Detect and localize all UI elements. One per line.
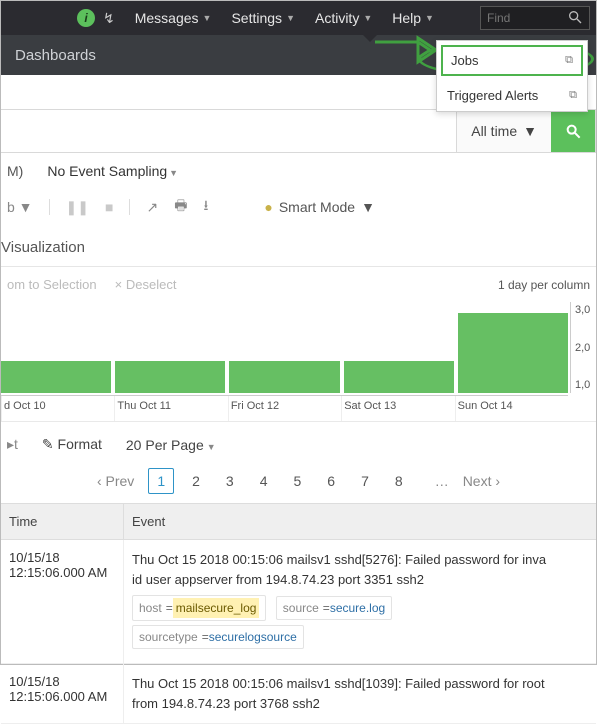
search-row: All time▼ — [1, 109, 596, 153]
menu-help[interactable]: Help▼ — [382, 10, 444, 26]
sampling-row: M) No Event Sampling▼ — [1, 153, 596, 189]
pager-page[interactable]: 2 — [184, 469, 208, 493]
pager-page[interactable]: 7 — [353, 469, 377, 493]
time-range-picker[interactable]: All time▼ — [456, 110, 551, 152]
job-controls-row: b ▼ ❚❚ ■ ↗ 🖶 ⭳ ● Smart Mode ▼ — [1, 189, 596, 233]
dropdown-item-jobs[interactable]: Jobs ⧉ — [441, 45, 583, 76]
chart-bar[interactable] — [1, 361, 111, 393]
table-row[interactable]: 10/15/18 12:15:06.000 AM Thu Oct 15 2018… — [1, 664, 596, 724]
event-tags: host= mailsecure_log source= secure.log … — [132, 595, 588, 653]
x-tick: d Oct 10 — [1, 396, 114, 421]
pager-next[interactable]: Next › — [463, 473, 500, 489]
share-icon[interactable]: ↗ — [146, 199, 158, 216]
search-query-area[interactable] — [1, 110, 456, 152]
actions-icon[interactable]: ↯ — [103, 10, 115, 27]
cell-event: Thu Oct 15 2018 00:15:06 mailsv1 sshd[10… — [123, 664, 596, 723]
menu-settings[interactable]: Settings▼ — [221, 10, 305, 26]
y-tick: 1,0 — [575, 379, 590, 391]
x-tick: Sat Oct 13 — [341, 396, 454, 421]
pager-page[interactable]: 1 — [148, 468, 174, 494]
search-icon[interactable] — [567, 9, 583, 28]
caret-down-icon: ▼ — [15, 199, 33, 215]
tag-source[interactable]: source= secure.log — [276, 596, 392, 620]
print-icon[interactable]: 🖶 — [174, 195, 187, 219]
pager-page[interactable]: 6 — [319, 469, 343, 493]
external-link-icon: ⧉ — [569, 89, 577, 102]
activity-dropdown: Jobs ⧉ Triggered Alerts ⧉ — [436, 40, 588, 112]
timeline-chart[interactable]: d Oct 10Thu Oct 11Fri Oct 12Sat Oct 13Su… — [1, 302, 596, 422]
timeline-controls: om to Selection × Deselect 1 day per col… — [1, 267, 596, 302]
tab-visualization[interactable]: Visualization — [1, 233, 596, 267]
x-tick: Sun Oct 14 — [455, 396, 568, 421]
list-controls: ▸t ✎ Format 20 Per Page▼ — [1, 422, 596, 467]
job-menu-button[interactable]: b ▼ — [7, 199, 33, 215]
per-page-button[interactable]: 20 Per Page▼ — [126, 437, 216, 453]
table-row[interactable]: 10/15/18 12:15:06.000 AM Thu Oct 15 2018… — [1, 540, 596, 664]
bulb-icon: ● — [264, 199, 272, 215]
app-title: Dashboards — [15, 47, 96, 64]
deselect-button[interactable]: × Deselect — [115, 277, 177, 292]
search-button[interactable] — [551, 110, 595, 152]
pager-ellipsis: … — [435, 473, 449, 489]
cell-time: 10/15/18 12:15:06.000 AM — [1, 540, 123, 663]
download-icon[interactable]: ⭳ — [203, 195, 208, 219]
chart-bar[interactable] — [458, 313, 568, 393]
pager-page[interactable]: 4 — [252, 469, 276, 493]
caret-down-icon: ▼ — [361, 199, 375, 215]
chart-bar[interactable] — [229, 361, 339, 393]
caret-down-icon: ▼ — [169, 168, 178, 178]
find-box[interactable] — [480, 6, 590, 30]
y-tick: 3,0 — [575, 304, 590, 316]
menu-pointer-icon — [362, 34, 378, 42]
pager-page[interactable]: 8 — [387, 469, 411, 493]
pager-page[interactable]: 5 — [286, 469, 310, 493]
tag-sourcetype[interactable]: sourcetype= securelogsource — [132, 625, 304, 649]
col-event[interactable]: Event — [123, 504, 596, 539]
chart-bar[interactable] — [115, 361, 225, 393]
pager-prev[interactable]: ‹ Prev — [97, 473, 134, 489]
x-tick: Fri Oct 12 — [228, 396, 341, 421]
caret-down-icon: ▼ — [523, 123, 537, 139]
chart-bar[interactable] — [344, 361, 454, 393]
menu-messages[interactable]: Messages▼ — [125, 10, 222, 26]
events-table-header: Time Event — [1, 503, 596, 540]
row-expand-icon[interactable]: ▸t — [7, 436, 18, 453]
caret-down-icon: ▼ — [425, 13, 434, 23]
stop-icon[interactable]: ■ — [105, 199, 113, 215]
zoom-to-selection-button[interactable]: om to Selection — [7, 277, 97, 292]
find-input[interactable] — [487, 11, 567, 25]
smart-mode-button[interactable]: ● Smart Mode ▼ — [264, 199, 375, 215]
col-time[interactable]: Time — [1, 504, 123, 539]
dropdown-item-label: Jobs — [451, 53, 478, 68]
dropdown-item-triggered-alerts[interactable]: Triggered Alerts ⧉ — [437, 80, 587, 111]
info-icon[interactable]: i — [77, 9, 95, 27]
pause-icon[interactable]: ❚❚ — [66, 199, 89, 216]
cell-time: 10/15/18 12:15:06.000 AM — [1, 664, 123, 723]
dropdown-item-label: Triggered Alerts — [447, 88, 538, 103]
topbar: i ↯ Messages▼ Settings▼ Activity▼ Help▼ — [1, 1, 596, 35]
x-tick: Thu Oct 11 — [114, 396, 227, 421]
y-tick: 2,0 — [575, 342, 590, 354]
caret-down-icon: ▼ — [286, 13, 295, 23]
timeline-scale-label: 1 day per column — [498, 278, 590, 292]
format-button[interactable]: ✎ Format — [42, 436, 102, 453]
menu-activity[interactable]: Activity▼ — [305, 10, 382, 26]
caret-down-icon: ▼ — [207, 442, 216, 452]
external-link-icon: ⧉ — [565, 54, 573, 67]
event-sampling-button[interactable]: No Event Sampling▼ — [47, 163, 178, 179]
mode-fragment: M) — [7, 163, 23, 179]
cell-event: Thu Oct 15 2018 00:15:06 mailsv1 sshd[52… — [123, 540, 596, 663]
tag-host[interactable]: host= mailsecure_log — [132, 595, 266, 621]
pager-page[interactable]: 3 — [218, 469, 242, 493]
pager: ‹ Prev 12345678 … Next › — [1, 467, 596, 503]
caret-down-icon: ▼ — [203, 13, 212, 23]
caret-down-icon: ▼ — [363, 13, 372, 23]
